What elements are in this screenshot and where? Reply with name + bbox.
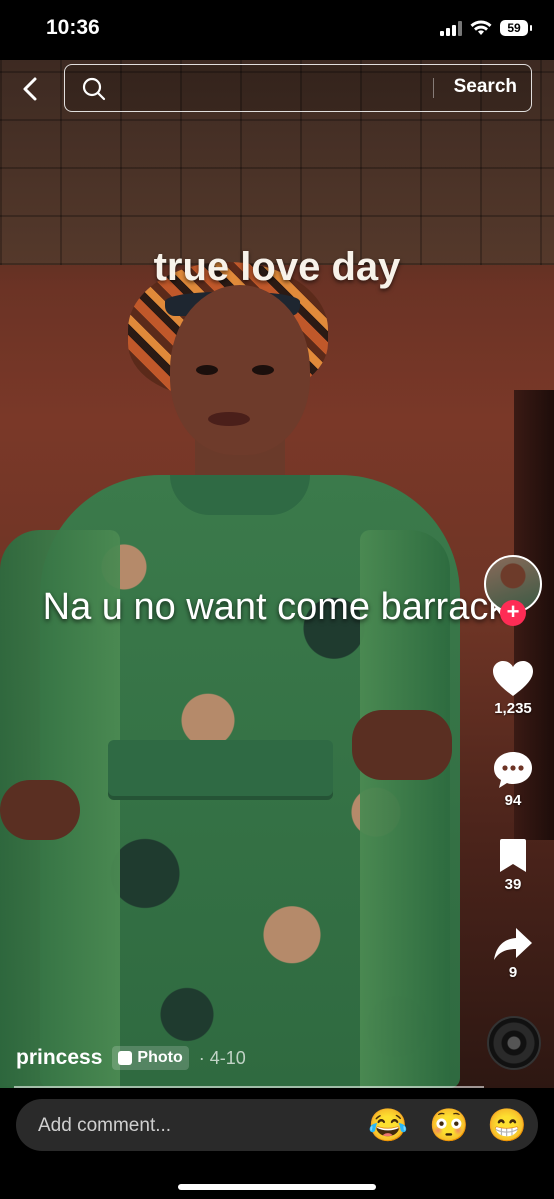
search-divider [433,78,434,98]
caption-middle: Na u no want come barrack [42,586,508,628]
photo-label: Photo [137,1049,183,1066]
share-count: 9 [508,964,518,981]
post-photo[interactable]: true love day Na u no want come barrack [0,60,554,1088]
search-button[interactable]: Search [454,76,517,98]
comment-input[interactable]: Add comment... 😂 😳 😁 [16,1099,538,1151]
post-meta: princess Photo · 4-10 [16,1046,246,1070]
share-arrow-icon [494,928,532,960]
like-button[interactable]: 1,235 [484,660,542,717]
emoji-flushed-icon[interactable]: 😳 [429,1108,469,1142]
music-disc-icon[interactable] [487,1016,541,1070]
share-button[interactable]: 9 [484,926,542,981]
status-icons: 59 [440,20,532,36]
comment-button[interactable]: 94 [484,750,542,809]
heart-icon [493,661,533,696]
battery-icon: 59 [500,20,532,36]
search-input[interactable]: Search [64,64,532,112]
comment-count: 94 [504,792,522,809]
caption-top: true love day [153,245,401,289]
search-icon [82,77,106,101]
back-icon[interactable] [16,74,46,104]
top-bar: Search [0,60,554,120]
post-date: · 4-10 [198,1047,246,1068]
username[interactable]: princess [16,1046,102,1070]
wifi-icon [470,20,492,35]
bookmark-icon [500,839,526,872]
emoji-laughing-icon[interactable]: 😂 [368,1108,408,1142]
comment-placeholder: Add comment... [38,1115,172,1136]
home-indicator [178,1184,376,1190]
bottom-bar: Add comment... 😂 😳 😁 [0,1088,554,1199]
photo-icon [118,1051,133,1065]
status-bar: 10:36 59 [0,0,554,60]
comment-icon [494,752,532,788]
photo-badge: Photo [112,1046,189,1070]
like-count: 1,235 [494,700,532,717]
status-time: 10:36 [46,16,100,39]
emoji-grinning-icon[interactable]: 😁 [487,1108,527,1142]
follow-plus-icon[interactable]: + [500,600,526,626]
save-button[interactable]: 39 [484,838,542,893]
cellular-signal-icon [440,20,462,36]
save-count: 39 [504,876,522,893]
